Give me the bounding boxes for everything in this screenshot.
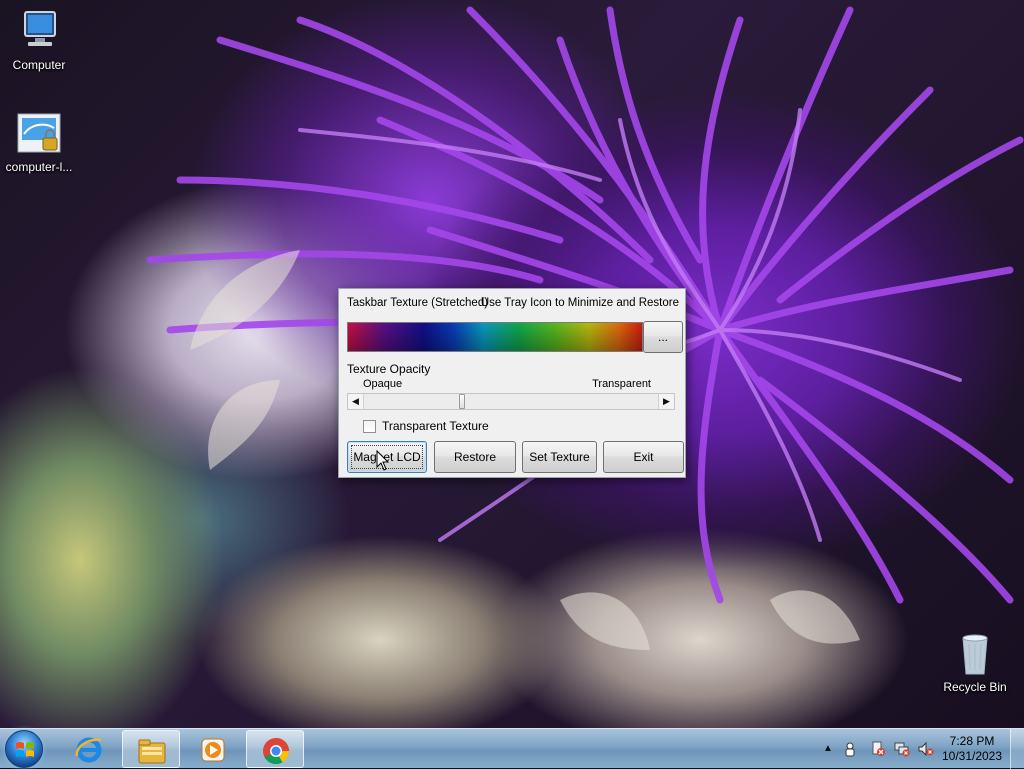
windows-logo-icon xyxy=(16,742,34,757)
desktop-icon-recycle-bin[interactable]: Recycle Bin xyxy=(937,630,1013,694)
exit-button[interactable]: Exit xyxy=(603,441,684,473)
opacity-slider-thumb[interactable] xyxy=(459,394,465,409)
taskbar-chrome[interactable] xyxy=(246,730,304,768)
clock-time: 7:28 PM xyxy=(949,734,995,748)
computer-icon xyxy=(15,8,63,56)
scroll-right-arrow-icon[interactable]: ▶ xyxy=(658,394,674,409)
network-lock-icon xyxy=(15,110,63,158)
recycle-bin-icon xyxy=(951,630,999,678)
clock-date: 10/31/2023 xyxy=(941,749,1003,763)
texture-opacity-label: Texture Opacity xyxy=(347,362,431,376)
action-center-alert-icon[interactable] xyxy=(870,741,886,757)
file-explorer-icon xyxy=(138,739,166,764)
taskbar-texture-window: Taskbar Texture (Stretched) Use Tray Ico… xyxy=(338,288,686,478)
show-desktop-button[interactable] xyxy=(1010,729,1024,769)
internet-explorer-icon xyxy=(75,737,102,763)
desktop-icon-network-lock[interactable]: computer-l... xyxy=(1,110,77,174)
taskbar-file-explorer[interactable] xyxy=(122,730,180,768)
chrome-icon xyxy=(263,738,290,765)
restore-button[interactable]: Restore xyxy=(434,441,516,473)
taskbar-internet-explorer[interactable] xyxy=(60,730,118,768)
volume-muted-icon[interactable] xyxy=(918,741,934,757)
opacity-slider-track[interactable] xyxy=(364,394,658,409)
app-tray-icon[interactable] xyxy=(842,741,858,757)
desktop-icon-label: Recycle Bin xyxy=(943,680,1007,694)
media-player-icon xyxy=(201,738,225,762)
taskbar: ▲ 7:28 PM 10/31/2023 xyxy=(0,728,1024,769)
scroll-left-arrow-icon[interactable]: ◀ xyxy=(348,394,364,409)
browse-texture-button[interactable]: ... xyxy=(643,321,683,353)
transparent-texture-label: Transparent Texture xyxy=(382,419,489,433)
caption-hint: Use Tray Icon to Minimize and Restore xyxy=(480,297,679,309)
taskbar-clock[interactable]: 7:28 PM 10/31/2023 xyxy=(936,734,1008,764)
desktop-icon-computer[interactable]: Computer xyxy=(1,8,77,72)
opacity-slider[interactable]: ◀ ▶ xyxy=(347,393,675,410)
desktop-icon-label: Computer xyxy=(12,58,66,72)
slider-min-label: Opaque xyxy=(363,378,403,390)
mouse-pointer-icon xyxy=(376,450,390,471)
system-tray: ▲ 7:28 PM 10/31/2023 xyxy=(804,729,1024,769)
start-button[interactable] xyxy=(5,730,43,768)
slider-max-label: Transparent xyxy=(592,378,651,390)
taskbar-media-player[interactable] xyxy=(184,730,242,768)
network-alert-icon[interactable] xyxy=(894,741,910,757)
texture-preview xyxy=(347,322,643,352)
transparent-texture-checkbox[interactable] xyxy=(363,419,376,433)
caption-mode: Taskbar Texture (Stretched) xyxy=(347,297,489,309)
set-texture-button[interactable]: Set Texture xyxy=(522,441,597,473)
transparent-texture-option[interactable]: Transparent Texture xyxy=(363,419,489,433)
show-hidden-icons-icon[interactable]: ▲ xyxy=(820,741,836,757)
desktop-icon-label: computer-l... xyxy=(5,160,73,174)
